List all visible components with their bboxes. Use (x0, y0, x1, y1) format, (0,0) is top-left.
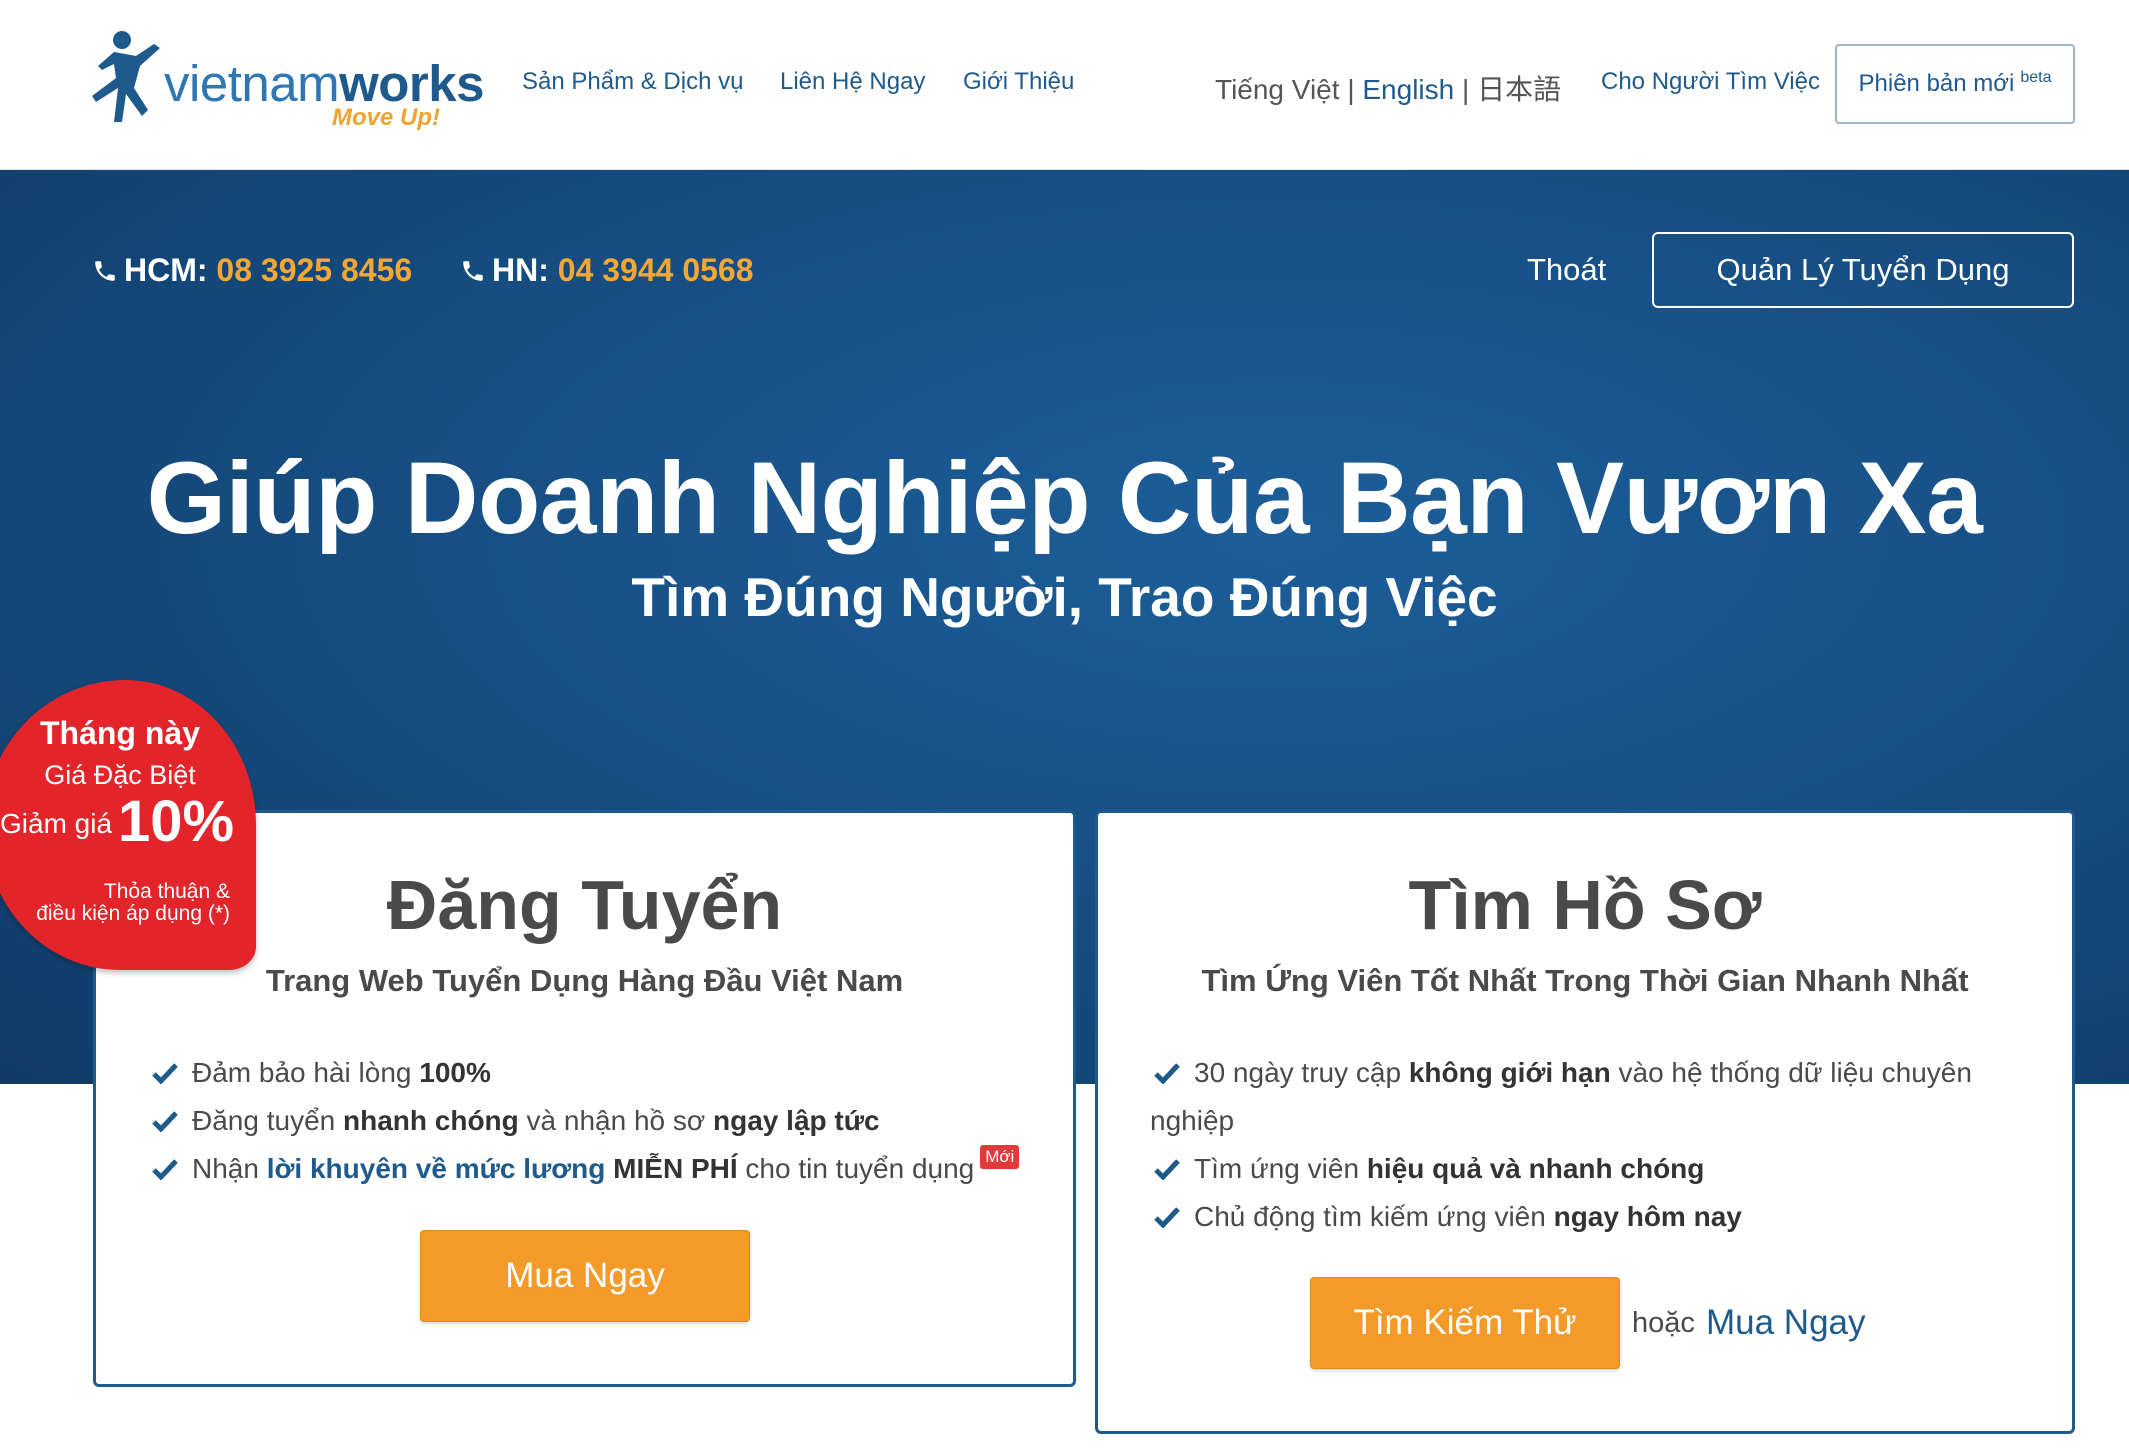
check-icon (152, 1063, 178, 1084)
nav-contact-now[interactable]: Liên Hệ Ngay (780, 68, 925, 96)
vietnamworks-logo[interactable]: vietnamworks Move Up! (92, 26, 484, 138)
nav-about[interactable]: Giới Thiệu (963, 68, 1074, 96)
lang-english[interactable]: English (1362, 74, 1454, 105)
new-badge: Mới (980, 1145, 1020, 1169)
lang-japanese[interactable]: 日本語 (1477, 74, 1561, 105)
hcm-phone[interactable]: HCM: 08 3925 8456 (92, 252, 412, 289)
buy-now-link[interactable]: Mua Ngay (1706, 1303, 1866, 1343)
promo-badge[interactable]: Tháng này Giá Đặc Biệt Giảm giá 10% Thỏa… (0, 680, 256, 970)
promo-discount-label: Giảm giá (0, 808, 113, 839)
promo-line-2: Giá Đặc Biệt (44, 760, 196, 790)
check-icon (1154, 1207, 1180, 1228)
post-job-feature-2: Đăng tuyển nhanh chóng và nhận hồ sơ nga… (152, 1097, 880, 1145)
salary-advice-link[interactable]: lời khuyên về mức lương (267, 1153, 606, 1184)
hcm-label: HCM: (124, 252, 208, 288)
hcm-number: 08 3925 8456 (216, 252, 413, 288)
top-navbar: vietnamworks Move Up! Sản Phẩm & Dịch vụ… (0, 0, 2129, 170)
find-cv-title: Tìm Hồ Sơ (1408, 866, 1762, 944)
nav-job-seeker[interactable]: Cho Người Tìm Việc (1601, 68, 1820, 96)
find-cv-feature-2: Tìm ứng viên hiệu quả và nhanh chóng (1154, 1145, 1704, 1193)
check-icon (152, 1111, 178, 1132)
find-cv-feature-1: 30 ngày truy cập không giới hạn vào hệ t… (1154, 1049, 1972, 1097)
nav-products-services[interactable]: Sản Phẩm & Dịch vụ (522, 68, 743, 96)
promo-note-2: điều kiện áp dụng (*) (36, 902, 230, 925)
hn-phone[interactable]: HN: 04 3944 0568 (460, 252, 754, 289)
post-job-feature-1: Đảm bảo hài lòng 100% (152, 1049, 491, 1097)
check-icon (152, 1159, 178, 1180)
logout-link[interactable]: Thoát (1527, 252, 1606, 288)
post-job-subtitle: Trang Web Tuyển Dụng Hàng Đầu Việt Nam (265, 963, 904, 998)
lang-vietnamese[interactable]: Tiếng Việt (1215, 74, 1340, 105)
logo-tagline: Move Up! (332, 104, 440, 131)
new-version-button[interactable]: Phiên bản mới beta (1835, 44, 2075, 124)
buy-now-button[interactable]: Mua Ngay (420, 1230, 750, 1322)
hero-subtitle: Tìm Đúng Người, Trao Đúng Việc (631, 566, 1498, 628)
lang-separator: | (1347, 74, 1363, 105)
or-text: hoặc (1632, 1307, 1695, 1339)
lang-separator: | (1462, 74, 1478, 105)
hn-label: HN: (492, 252, 549, 288)
promo-line-1: Tháng này (39, 715, 200, 751)
find-cv-card: Tìm Hồ Sơ Tìm Ứng Viên Tốt Nhất Trong Th… (1095, 810, 2075, 1434)
find-cv-feature-3: Chủ động tìm kiếm ứng viên ngay hôm nay (1154, 1193, 1742, 1241)
beta-tag: beta (2020, 69, 2052, 86)
find-cv-subtitle: Tìm Ứng Viên Tốt Nhất Trong Thời Gian Nh… (1201, 963, 1969, 998)
language-switcher: Tiếng Việt | English | 日本語 (1215, 68, 1561, 108)
hn-number: 04 3944 0568 (557, 252, 754, 288)
promo-note-1: Thỏa thuận & (103, 880, 230, 903)
phone-icon (95, 261, 115, 281)
check-icon (1154, 1159, 1180, 1180)
try-search-button[interactable]: Tìm Kiếm Thử (1310, 1277, 1620, 1369)
find-cv-feature-1-cont: nghiệp (1150, 1105, 1235, 1136)
promo-discount-value: 10% (118, 789, 235, 854)
manage-recruitment-button[interactable]: Quản Lý Tuyển Dụng (1652, 232, 2074, 308)
phone-icon (463, 261, 483, 281)
check-icon (1154, 1063, 1180, 1084)
hero-title: Giúp Doanh Nghiệp Của Bạn Vươn Xa (146, 441, 1983, 555)
new-version-label: Phiên bản mới (1858, 70, 2015, 97)
post-job-feature-3: Nhận lời khuyên về mức lương MIỄN PHÍ ch… (152, 1145, 1020, 1193)
